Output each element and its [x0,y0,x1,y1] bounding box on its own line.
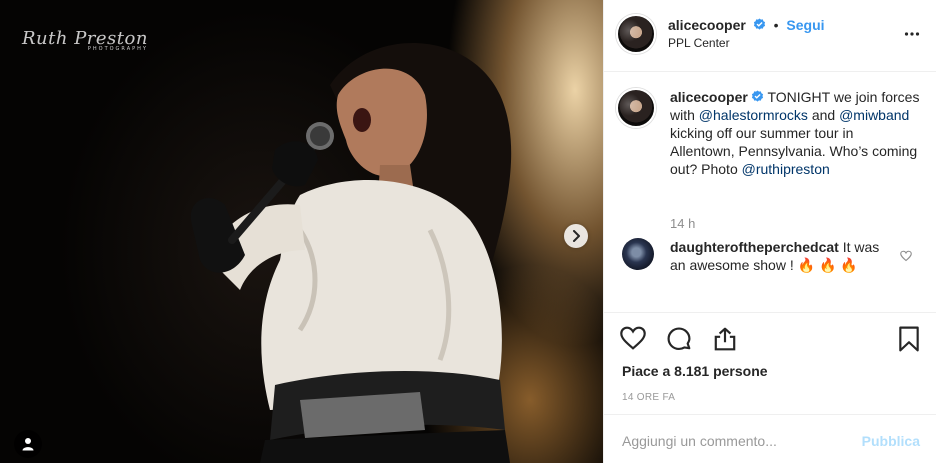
header-separator: • [773,17,779,33]
actions-divider [604,312,936,313]
likes-count[interactable]: Piace a 8.181 persone [622,363,768,379]
like-heart-icon[interactable] [620,326,646,350]
comment-icon[interactable] [666,326,692,352]
singer-illustration [190,42,512,463]
author-info: alicecooper • Segui PPL Center [668,16,825,52]
tagged-users-button[interactable] [14,430,42,458]
bookmark-icon[interactable] [898,326,920,352]
commenter-avatar[interactable] [622,238,654,270]
comment-item: daughteroftheperchedcat It was an awesom… [622,238,922,274]
mention-link[interactable]: @miwband [839,107,909,123]
chevron-right-icon [573,230,580,242]
verified-badge-icon [751,90,763,102]
mention-link[interactable]: @halestormrocks [699,107,808,123]
verified-badge-icon [753,18,765,30]
post-caption: alicecooper TONIGHT we join forces with … [616,88,921,178]
comment-text: daughteroftheperchedcat It was an awesom… [670,238,880,274]
caption-time-ago: 14 h [670,216,696,231]
caption-avatar[interactable] [616,88,656,128]
next-photo-button[interactable] [564,224,588,248]
author-avatar[interactable] [616,14,656,54]
caption-text: alicecooper TONIGHT we join forces with … [670,88,920,178]
post-actions [620,326,920,352]
more-horizontal-icon[interactable] [904,26,920,42]
post-details-panel: alicecooper • Segui PPL Center alicecoop… [603,0,936,463]
share-icon[interactable] [712,326,738,352]
post-photo[interactable]: Ruth Preston PHOTOGRAPHY [0,0,603,463]
photographer-watermark: Ruth Preston PHOTOGRAPHY [22,28,148,52]
header-divider [604,71,936,72]
post-location[interactable]: PPL Center [668,34,825,52]
publish-button[interactable]: Pubblica [862,433,920,449]
follow-button[interactable]: Segui [786,17,824,33]
caption-text-part: and [807,107,840,123]
commenter-username[interactable]: daughteroftheperchedcat [670,239,839,255]
comment-box-divider [604,414,936,415]
add-comment-input[interactable] [622,433,842,449]
caption-username[interactable]: alicecooper [670,89,748,105]
post-header: alicecooper • Segui PPL Center [616,12,936,56]
mention-link[interactable]: @ruthipreston [742,161,830,177]
heart-icon[interactable] [900,250,912,262]
post-timestamp[interactable]: 14 ORE FA [622,392,675,403]
author-username[interactable]: alicecooper [668,17,746,33]
user-icon [22,438,34,451]
